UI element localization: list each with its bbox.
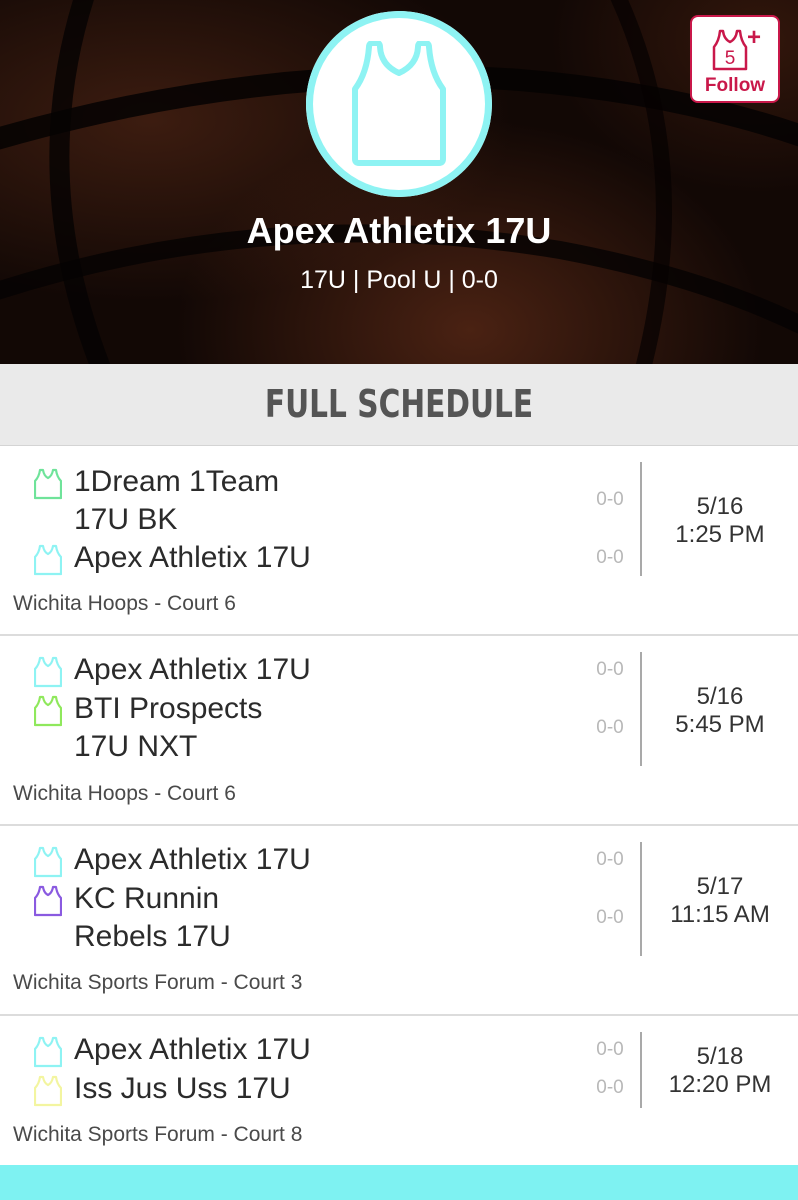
game-card[interactable]: 1Dream 1Team 17U BK Apex Athletix 17U 0-… — [0, 446, 798, 636]
team-title: Apex Athletix 17U — [246, 210, 552, 251]
team-name[interactable]: Apex Athletix 17U — [74, 539, 311, 577]
team-jersey-icon — [34, 846, 62, 878]
team-jersey-icon — [34, 544, 62, 576]
team-name[interactable]: 17U BK — [74, 501, 177, 539]
game-time: 11:15 AM — [670, 901, 770, 928]
team-name[interactable]: Apex Athletix 17U — [74, 651, 311, 689]
game-date: 5/16 — [696, 683, 744, 710]
team-score: 0-0 — [596, 547, 624, 568]
team-name[interactable]: Rebels 17U — [74, 918, 231, 956]
team-jersey-icon — [34, 695, 62, 727]
game-venue: Wichita Sports Forum - Court 8 — [13, 1123, 303, 1146]
team-jersey-icon — [34, 468, 62, 500]
game-venue: Wichita Hoops - Court 6 — [13, 592, 236, 615]
team-score: 0-0 — [596, 717, 624, 738]
team-jersey-icon — [34, 1075, 62, 1107]
team-header: 5 + Follow Apex Athletix 17U 17U | Pool … — [0, 0, 798, 364]
follow-jersey-icon: 5 + — [712, 25, 761, 71]
team-jersey-icon — [34, 1036, 62, 1068]
plus-icon: + — [747, 25, 761, 51]
team-score: 0-0 — [596, 489, 624, 510]
follow-button[interactable]: 5 + Follow — [690, 15, 780, 103]
jersey-icon — [352, 41, 446, 166]
team-name[interactable]: Iss Jus Uss 17U — [74, 1070, 291, 1108]
game-card[interactable]: Apex Athletix 17U Iss Jus Uss 17U 0-0 0-… — [0, 1016, 798, 1166]
team-name[interactable]: BTI Prospects — [74, 690, 262, 728]
game-time: 1:25 PM — [675, 521, 765, 548]
team-jersey-icon — [34, 656, 62, 688]
team-name[interactable]: KC Runnin — [74, 880, 219, 918]
team-name[interactable]: Apex Athletix 17U — [74, 1031, 311, 1069]
team-name[interactable]: Apex Athletix 17U — [74, 841, 311, 879]
game-time: 12:20 PM — [668, 1071, 772, 1098]
follow-label: Follow — [704, 75, 766, 96]
team-name[interactable]: 1Dream 1Team — [74, 463, 279, 501]
game-card[interactable]: Apex Athletix 17U KC Runnin Rebels 17U 0… — [0, 826, 798, 1016]
team-score: 0-0 — [596, 1039, 624, 1060]
game-card[interactable]: Apex Athletix 17U BTI Prospects 17U NXT … — [0, 636, 798, 826]
game-date: 5/18 — [696, 1043, 744, 1070]
game-time: 5:45 PM — [675, 711, 765, 738]
game-venue: Wichita Hoops - Court 6 — [13, 782, 236, 805]
team-logo — [306, 11, 492, 197]
game-date: 5/17 — [696, 873, 744, 900]
game-date: 5/16 — [696, 493, 744, 520]
section-title: FULL SCHEDULE — [264, 382, 534, 426]
team-score: 0-0 — [596, 849, 624, 870]
team-score: 0-0 — [596, 1077, 624, 1098]
team-subtitle: 17U | Pool U | 0-0 — [300, 266, 498, 294]
game-venue: Wichita Sports Forum - Court 3 — [13, 971, 303, 994]
bottom-bar — [0, 1165, 798, 1200]
team-score: 0-0 — [596, 907, 624, 928]
schedule-header: FULL SCHEDULE — [0, 364, 798, 446]
team-score: 0-0 — [596, 659, 624, 680]
team-jersey-icon — [34, 885, 62, 917]
team-name[interactable]: 17U NXT — [74, 728, 197, 766]
follow-count: 5 — [725, 48, 736, 69]
